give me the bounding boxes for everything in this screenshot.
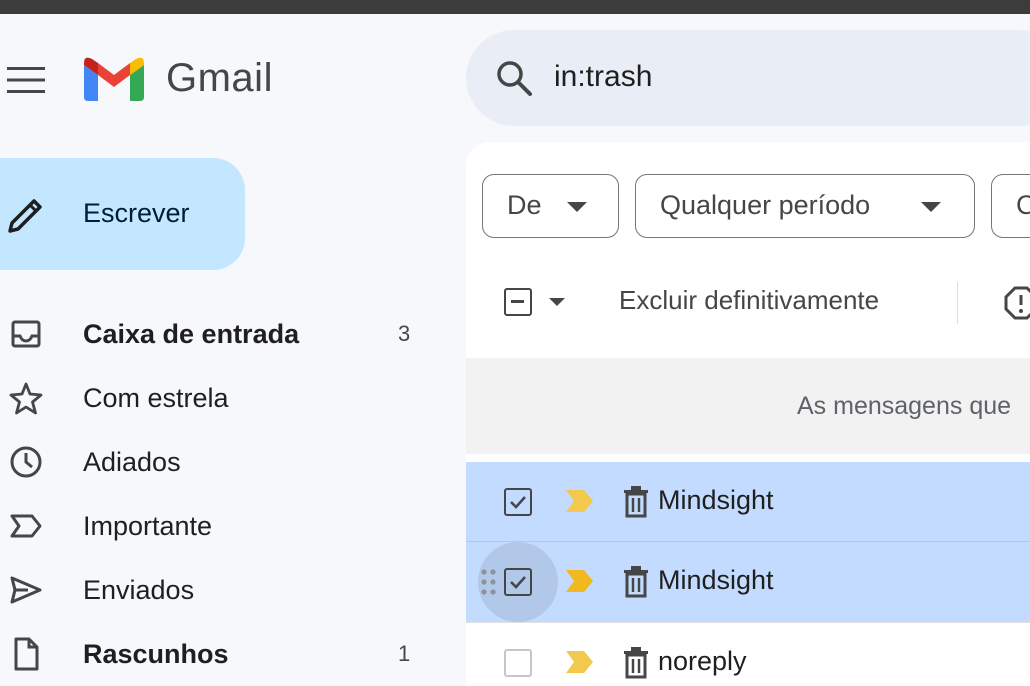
delete-forever-button[interactable]: Excluir definitivamente	[619, 285, 879, 316]
message-sender: Mindsight	[658, 485, 774, 515]
message-row[interactable]: Mindsight	[466, 542, 1030, 622]
trash-info-text: As mensagens que	[797, 392, 1012, 420]
window-top-strip	[0, 0, 1030, 14]
sidebar-item-inbox[interactable]: Caixa de entrada 3	[0, 306, 440, 362]
chevron-down-icon	[921, 202, 941, 212]
clock-icon	[10, 446, 42, 478]
toolbar-divider	[957, 282, 958, 324]
select-all-checkbox[interactable]	[504, 288, 532, 316]
message-sender: noreply	[658, 646, 747, 676]
report-spam-icon[interactable]	[1004, 286, 1030, 320]
unread-count: 3	[398, 321, 411, 346]
send-icon	[10, 576, 42, 604]
chip-label: C	[1016, 190, 1030, 220]
important-marker-icon[interactable]	[566, 490, 594, 512]
filter-chip-period[interactable]: Qualquer período	[635, 174, 975, 238]
app-name: Gmail	[166, 56, 273, 100]
important-marker-icon[interactable]	[566, 570, 594, 592]
message-row[interactable]: noreply	[466, 622, 1030, 686]
hamburger-menu-icon	[7, 67, 45, 93]
chip-label: Qualquer período	[660, 190, 871, 220]
drag-handle-icon[interactable]	[480, 568, 498, 596]
inbox-icon	[11, 320, 41, 348]
draft-count: 1	[398, 641, 411, 666]
message-sender: Mindsight	[658, 565, 774, 595]
trash-icon	[624, 647, 648, 679]
sidebar-item-label: Caixa de entrada	[83, 319, 300, 349]
search-input[interactable]: in:trash	[554, 60, 652, 94]
row-checkbox[interactable]	[504, 568, 532, 596]
important-icon	[10, 514, 42, 538]
sidebar-item-drafts[interactable]: Rascunhos 1	[0, 626, 440, 682]
sidebar-item-important[interactable]: Importante	[0, 498, 440, 554]
chevron-down-icon	[567, 202, 587, 212]
checkmark-icon	[510, 576, 526, 589]
checkmark-icon	[510, 496, 526, 509]
search-icon[interactable]	[494, 58, 534, 98]
draft-icon	[14, 637, 39, 671]
compose-label[interactable]: Escrever	[83, 198, 190, 229]
message-row[interactable]: Mindsight	[466, 462, 1030, 542]
sidebar-item-sent[interactable]: Enviados	[0, 562, 440, 618]
sidebar-item-label: Adiados	[83, 447, 181, 477]
sidebar-item-label: Rascunhos	[83, 639, 229, 669]
pencil-icon	[8, 199, 42, 233]
filter-chip-more[interactable]: C	[991, 174, 1030, 238]
select-dropdown-icon[interactable]	[549, 298, 565, 306]
sidebar-item-label: Com estrela	[83, 383, 229, 413]
sidebar-item-snoozed[interactable]: Adiados	[0, 434, 440, 490]
filter-chip-from[interactable]: De	[482, 174, 619, 238]
sidebar-item-label: Enviados	[83, 575, 195, 605]
chip-label: De	[507, 190, 542, 220]
search-bar[interactable]	[466, 30, 1030, 126]
row-checkbox[interactable]	[504, 649, 532, 677]
important-marker-icon[interactable]	[566, 651, 594, 673]
main-menu-button[interactable]	[6, 60, 46, 100]
sidebar-item-label: Importante	[83, 511, 213, 541]
row-checkbox[interactable]	[504, 488, 532, 516]
sidebar-item-starred[interactable]: Com estrela	[0, 370, 440, 426]
trash-icon	[624, 566, 648, 598]
star-icon	[9, 382, 43, 415]
gmail-logo-icon[interactable]	[84, 55, 144, 101]
trash-icon	[624, 486, 648, 518]
